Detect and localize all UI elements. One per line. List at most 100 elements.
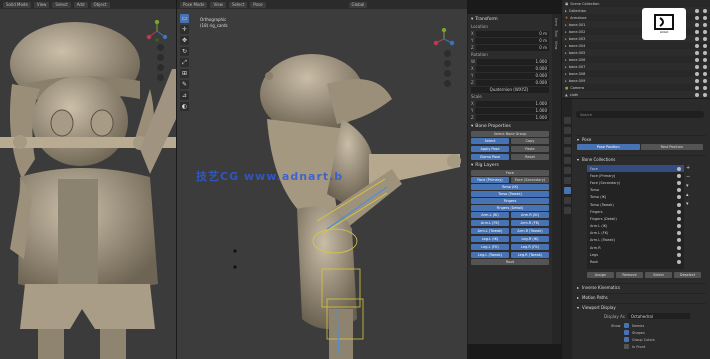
tab-tool[interactable]: Tool bbox=[554, 30, 558, 37]
outliner-row[interactable]: ▸ bone.007 bbox=[562, 63, 710, 70]
eye-icon[interactable] bbox=[677, 224, 681, 229]
outliner-row[interactable]: ▸ Collection bbox=[562, 7, 710, 14]
eye-icon[interactable] bbox=[677, 231, 681, 236]
rig-layer-arm-r-fk[interactable]: Arm.R (FK) bbox=[511, 220, 549, 226]
properties-search-input[interactable]: Search bbox=[576, 111, 704, 118]
modifier-tab-icon[interactable] bbox=[563, 177, 571, 184]
bone-tab-icon[interactable] bbox=[563, 197, 571, 204]
move-up-icon[interactable]: ▴ bbox=[686, 192, 692, 198]
pose-section-header[interactable]: ▾ Pose bbox=[577, 135, 706, 143]
rot-y-field[interactable]: 0.000 bbox=[475, 72, 549, 79]
eye-icon[interactable] bbox=[695, 43, 699, 48]
rig-layer-face-secondary[interactable]: Face (Secondary) bbox=[511, 177, 549, 183]
eye-icon[interactable] bbox=[695, 71, 699, 76]
transform-icon[interactable]: ⊞ bbox=[180, 69, 189, 78]
loc-z-field[interactable]: 0 m bbox=[475, 44, 549, 51]
rig-layer-arm-r-ik[interactable]: Arm.R (IK) bbox=[511, 212, 549, 218]
rig-layer-leg-l-tweak[interactable]: Leg.L (Tweak) bbox=[471, 252, 509, 258]
render-tab-icon[interactable] bbox=[563, 127, 571, 134]
right-select-menu[interactable]: Select bbox=[228, 1, 248, 8]
eye-icon[interactable] bbox=[677, 209, 681, 214]
list-item[interactable]: Face (Primary) bbox=[587, 172, 684, 179]
list-item[interactable]: Arm.L (FK) bbox=[587, 230, 684, 237]
bone-collections-header[interactable]: ▾ Bone Collections bbox=[577, 155, 706, 163]
move-down-icon[interactable]: ▾ bbox=[686, 201, 692, 207]
tool-tab-icon[interactable] bbox=[563, 117, 571, 124]
inverse-kinematics-header[interactable]: ▸ Inverse Kinematics bbox=[577, 283, 706, 291]
list-item[interactable]: Torso (Tweak) bbox=[587, 201, 684, 208]
outliner-row[interactable]: ▸ bone.005 bbox=[562, 49, 710, 56]
list-item[interactable]: Arm.L (Tweak) bbox=[587, 237, 684, 244]
eye-icon[interactable] bbox=[695, 36, 699, 41]
scene-tab-icon[interactable] bbox=[563, 147, 571, 154]
camera-icon[interactable] bbox=[703, 50, 707, 55]
right-axis-gizmo[interactable] bbox=[433, 27, 455, 50]
outliner-row[interactable]: ■ Camera bbox=[562, 84, 710, 91]
camera-icon[interactable] bbox=[703, 36, 707, 41]
rig-layer-arm-r-tweak[interactable]: Arm.R (Tweak) bbox=[511, 228, 549, 234]
camera-icon[interactable] bbox=[703, 43, 707, 48]
output-tab-icon[interactable] bbox=[563, 137, 571, 144]
outliner-row[interactable]: ▸ bone.001 bbox=[562, 21, 710, 28]
rotation-mode-dropdown[interactable]: Quaternion (WXYZ) bbox=[471, 86, 549, 93]
list-item[interactable]: Root bbox=[587, 258, 684, 265]
rig-layer-arm-l-fk[interactable]: Arm.L (FK) bbox=[471, 220, 509, 226]
group-colors-checkbox[interactable] bbox=[624, 337, 629, 342]
eye-icon[interactable] bbox=[677, 166, 681, 171]
bone-copy-button[interactable]: Copy bbox=[511, 138, 549, 144]
bone-properties-header[interactable]: ▾ Bone Properties bbox=[471, 123, 549, 130]
camera-icon[interactable] bbox=[703, 64, 707, 69]
left-axis-gizmo[interactable] bbox=[146, 19, 168, 42]
eye-icon[interactable] bbox=[695, 64, 699, 69]
rot-w-field[interactable]: 1.000 bbox=[476, 58, 549, 65]
outliner-row[interactable]: ▸ bone.006 bbox=[562, 56, 710, 63]
rig-layer-face-primary[interactable]: Face (Primary) bbox=[471, 177, 509, 183]
eye-icon[interactable] bbox=[677, 180, 681, 185]
outliner-scene-collection[interactable]: ▣ Scene Collection bbox=[562, 0, 710, 7]
bone-select-button[interactable]: Select bbox=[471, 138, 509, 144]
remove-button[interactable]: Remove bbox=[616, 272, 643, 278]
names-checkbox[interactable] bbox=[624, 323, 629, 328]
left-view-menu[interactable]: View bbox=[33, 1, 50, 8]
loc-y-field[interactable]: 0 m bbox=[475, 37, 549, 44]
grid-icon[interactable] bbox=[444, 80, 451, 87]
scale-x-field[interactable]: 1.000 bbox=[475, 100, 549, 107]
armature-data-tab-icon[interactable] bbox=[563, 187, 571, 194]
outliner-row[interactable]: ♆ Armature bbox=[562, 14, 710, 21]
rot-x-field[interactable]: 0.000 bbox=[475, 65, 549, 72]
scale-z-field[interactable]: 1.000 bbox=[475, 114, 549, 121]
camera-icon[interactable] bbox=[703, 71, 707, 76]
rig-layer-arm-l-tweak[interactable]: Arm.L (Tweak) bbox=[471, 228, 509, 234]
object-tab-icon[interactable] bbox=[563, 167, 571, 174]
eye-icon[interactable] bbox=[695, 78, 699, 83]
rotate-icon[interactable]: ↻ bbox=[180, 47, 189, 56]
camera-icon[interactable] bbox=[703, 92, 707, 97]
menu-chevron-icon[interactable]: ▾ bbox=[686, 183, 692, 189]
cursor-icon[interactable]: ✛ bbox=[180, 25, 189, 34]
in-front-checkbox[interactable] bbox=[624, 344, 629, 349]
pose-menu[interactable]: Pose bbox=[250, 1, 266, 8]
pan-hand-icon[interactable] bbox=[444, 60, 451, 67]
loc-x-field[interactable]: 0 m bbox=[475, 30, 549, 37]
shapes-checkbox[interactable] bbox=[624, 330, 629, 335]
rig-layer-leg-r-ik[interactable]: Leg.R (IK) bbox=[511, 236, 549, 242]
pose-mode-menu[interactable]: Pose Mode bbox=[180, 1, 208, 8]
rig-layer-leg-r-fk[interactable]: Leg.R (FK) bbox=[511, 244, 549, 250]
scale-y-field[interactable]: 1.000 bbox=[475, 107, 549, 114]
camera-icon[interactable] bbox=[703, 78, 707, 83]
zoom-icon[interactable] bbox=[157, 44, 164, 51]
eye-icon[interactable] bbox=[677, 252, 681, 257]
camera-icon[interactable] bbox=[703, 29, 707, 34]
eye-icon[interactable] bbox=[695, 50, 699, 55]
constraint-tab-icon[interactable] bbox=[563, 207, 571, 214]
list-item[interactable]: Torso (IK) bbox=[587, 194, 684, 201]
add-icon[interactable]: + bbox=[686, 165, 692, 171]
pan-hand-icon[interactable] bbox=[157, 54, 164, 61]
eye-icon[interactable] bbox=[695, 92, 699, 97]
eye-icon[interactable] bbox=[695, 57, 699, 62]
viewport-display-header[interactable]: ▾ Viewport Display bbox=[577, 303, 706, 311]
eye-icon[interactable] bbox=[677, 238, 681, 243]
remove-icon[interactable]: − bbox=[686, 174, 692, 180]
transform-orientation-dropdown[interactable]: Global bbox=[348, 1, 368, 8]
annotate-icon[interactable]: ✎ bbox=[180, 80, 189, 89]
